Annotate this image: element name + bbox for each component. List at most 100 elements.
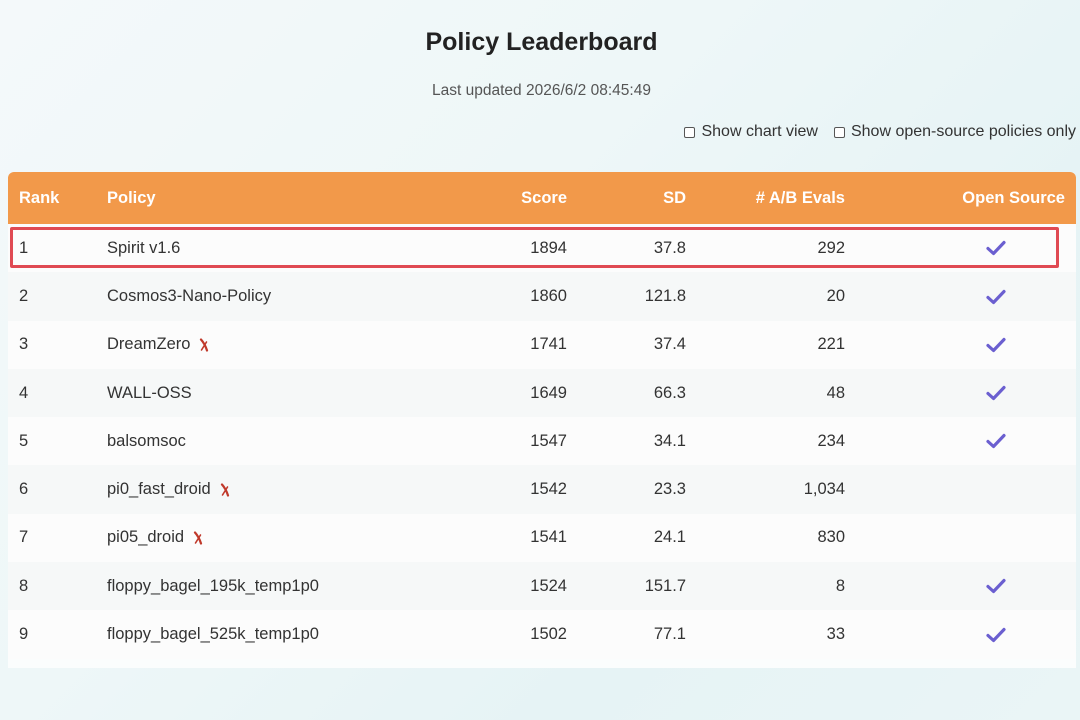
policy-name[interactable]: floppy_bagel_195k_temp1p0 (107, 577, 319, 595)
evals-cell: 234 (817, 431, 845, 450)
evals-cell: 830 (817, 528, 845, 547)
leaderboard-table-container: Rank Policy Score SD # A/B Evals Open So… (8, 172, 1076, 668)
score-cell: 1542 (530, 480, 567, 499)
check-icon (986, 240, 1006, 256)
open-source-cell (845, 514, 1076, 562)
sd-cell: 37.4 (653, 335, 686, 354)
policy-cell: DreamZero (107, 321, 407, 369)
policy-name[interactable]: Cosmos3-Nano-Policy (107, 287, 271, 305)
table-row[interactable]: 8 floppy_bagel_195k_temp1p0 1524 151.7 8 (8, 562, 1076, 611)
policy-name[interactable]: pi05_droid (107, 528, 184, 546)
table-row[interactable]: 6 pi0_fast_droid 1542 23.3 1,034 (8, 465, 1076, 514)
sd-cell: 34.1 (653, 431, 686, 450)
sd-cell: 151.7 (644, 576, 686, 595)
sd-cell: 37.8 (653, 238, 686, 257)
policy-cell: WALL-OSS (107, 369, 407, 417)
column-header-policy[interactable]: Policy (107, 172, 407, 224)
open-source-cell (845, 321, 1076, 369)
sd-cell: 77.1 (653, 625, 686, 644)
chart-view-label: Show chart view (701, 123, 818, 140)
sd-cell: 24.1 (653, 528, 686, 547)
table-row[interactable]: 2 Cosmos3-Nano-Policy 1860 121.8 20 (8, 272, 1076, 321)
evals-cell: 33 (826, 625, 845, 644)
table-header-row: Rank Policy Score SD # A/B Evals Open So… (8, 172, 1076, 224)
chart-view-toggle[interactable]: Show chart view (684, 123, 818, 141)
policy-name[interactable]: floppy_bagel_525k_temp1p0 (107, 625, 319, 643)
policy-cell: floppy_bagel_525k_temp1p0 (107, 610, 407, 658)
score-cell: 1894 (530, 238, 567, 257)
policy-cell: Cosmos3-Nano-Policy (107, 272, 407, 320)
score-cell: 1502 (530, 625, 567, 644)
leaderboard-table: Rank Policy Score SD # A/B Evals Open So… (8, 172, 1076, 659)
rank-cell: 5 (19, 431, 29, 450)
policy-cell: balsomsoc (107, 417, 407, 465)
table-body: 1 Spirit v1.6 1894 37.8 292 2 Cosmos3-Nano-Pol… (8, 224, 1076, 659)
open-source-cell (845, 465, 1076, 513)
column-header-score[interactable]: Score (407, 172, 567, 224)
open-source-only-toggle[interactable]: Show open-source policies only (833, 123, 1076, 141)
leaderboard-page: Policy Leaderboard Last updated 2026/6/2… (0, 0, 1080, 720)
table-row[interactable]: 5 balsomsoc 1547 34.1 234 (8, 417, 1076, 466)
rank-cell: 6 (19, 480, 29, 499)
score-cell: 1741 (530, 335, 567, 354)
rank-cell: 7 (19, 528, 29, 547)
check-icon (986, 337, 1006, 353)
evals-cell: 1,034 (803, 480, 845, 499)
evals-cell: 48 (826, 383, 845, 402)
policy-name[interactable]: Spirit v1.6 (107, 239, 180, 257)
rank-cell: 2 (19, 286, 29, 305)
policy-cell: pi05_droid (107, 514, 407, 562)
score-cell: 1649 (530, 383, 567, 402)
score-cell: 1860 (530, 286, 567, 305)
open-source-cell (845, 272, 1076, 320)
table-row[interactable]: 9 floppy_bagel_525k_temp1p0 1502 77.1 33 (8, 610, 1076, 659)
rank-cell: 3 (19, 335, 29, 354)
open-source-only-checkbox[interactable] (833, 126, 845, 138)
last-updated-text: Last updated 2026/6/2 08:45:49 (432, 82, 651, 99)
x-mark-icon (220, 483, 230, 497)
evals-cell: 8 (835, 576, 845, 595)
open-source-cell (845, 224, 1076, 272)
column-header-sd[interactable]: SD (567, 172, 686, 224)
policy-cell: pi0_fast_droid (107, 465, 407, 513)
column-header-rank[interactable]: Rank (8, 172, 107, 224)
sd-cell: 66.3 (653, 383, 686, 402)
table-row[interactable]: 7 pi05_droid 1541 24.1 830 (8, 513, 1076, 563)
policy-name[interactable]: WALL-OSS (107, 384, 192, 402)
evals-cell: 292 (817, 238, 845, 257)
score-cell: 1541 (530, 528, 567, 547)
x-mark-icon (199, 338, 209, 352)
score-cell: 1547 (530, 431, 567, 450)
open-source-cell (845, 562, 1076, 610)
page-title: Policy Leaderboard (425, 28, 658, 56)
evals-cell: 20 (826, 286, 845, 305)
policy-cell: Spirit v1.6 (107, 224, 407, 272)
open-source-cell (845, 417, 1076, 465)
column-header-open-source[interactable]: Open Source (845, 172, 1076, 224)
rank-cell: 8 (19, 576, 29, 595)
table-row[interactable]: 3 DreamZero 1741 37.4 221 (8, 320, 1076, 369)
open-source-only-label: Show open-source policies only (850, 123, 1076, 140)
rank-cell: 9 (19, 625, 29, 644)
sd-cell: 23.3 (653, 480, 686, 499)
check-icon (986, 627, 1006, 643)
check-icon (986, 578, 1006, 594)
rank-cell: 4 (19, 383, 29, 402)
policy-name[interactable]: pi0_fast_droid (107, 480, 211, 498)
rank-cell: 1 (19, 238, 29, 257)
x-mark-icon (193, 531, 203, 545)
table-row[interactable]: 1 Spirit v1.6 1894 37.8 292 (8, 224, 1076, 273)
score-cell: 1524 (530, 576, 567, 595)
sd-cell: 121.8 (644, 286, 686, 305)
view-toggles: Show chart view Show open-source policie… (684, 123, 1076, 141)
open-source-cell (845, 610, 1076, 658)
policy-name[interactable]: DreamZero (107, 335, 190, 353)
check-icon (986, 289, 1006, 305)
column-header-evals[interactable]: # A/B Evals (686, 172, 845, 224)
policy-cell: floppy_bagel_195k_temp1p0 (107, 562, 407, 610)
policy-name[interactable]: balsomsoc (107, 432, 186, 450)
open-source-cell (845, 369, 1076, 417)
chart-view-checkbox[interactable] (684, 126, 696, 138)
table-row[interactable]: 4 WALL-OSS 1649 66.3 48 (8, 368, 1076, 418)
check-icon (986, 385, 1006, 401)
